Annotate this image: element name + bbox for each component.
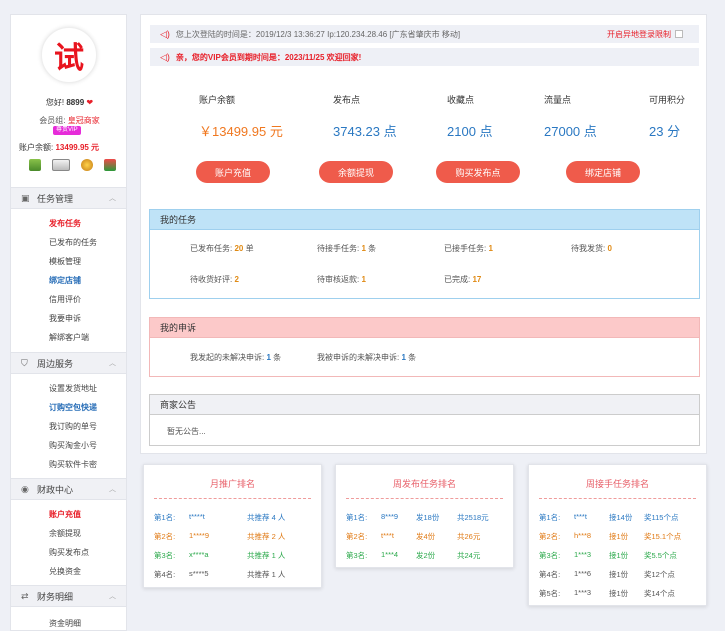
menu-item-recharge[interactable]: 账户充值 bbox=[49, 509, 81, 520]
chevron-up-icon: ︿ bbox=[109, 195, 116, 202]
menu-section-services[interactable]: ⛉ 周边服务 ︿ bbox=[11, 352, 126, 374]
speaker-icon: ◁) bbox=[160, 28, 170, 39]
menu-section-task[interactable]: ▣ 任务管理 ︿ bbox=[11, 187, 126, 209]
menu-item-credit-review[interactable]: 信用评价 bbox=[49, 294, 81, 305]
menu-section-finance[interactable]: ◉ 财政中心 ︿ bbox=[11, 478, 126, 500]
chevron-up-icon: ︿ bbox=[109, 486, 116, 493]
menu-item-publish-task[interactable]: 发布任务 bbox=[49, 218, 81, 229]
task-accepted: 已接手任务: 1 bbox=[444, 244, 493, 253]
menu-item-withdraw[interactable]: 余额提现 bbox=[49, 528, 81, 539]
ranking-card-weekly-accept: 周接手任务排名 第1名: t***t 接14份 奖115个点 第2名: h***8 接1份… bbox=[528, 464, 707, 606]
menu-item-appeal[interactable]: 我要申诉 bbox=[49, 313, 81, 324]
stat-credits: 可用积分 23 分 bbox=[649, 95, 686, 139]
shirt-icon: ⛉ bbox=[21, 357, 28, 368]
chevron-up-icon: ︿ bbox=[109, 360, 116, 367]
stat-balance: 账户余额 ￥13499.95 元 bbox=[199, 95, 283, 139]
stat-publish-points: 发布点 3743.23 点 bbox=[333, 95, 397, 139]
menu-item-buy-software-key[interactable]: 购买软件卡密 bbox=[49, 459, 97, 470]
document-icon[interactable] bbox=[29, 159, 41, 171]
my-tasks-title: 我的任务 bbox=[150, 210, 699, 230]
task-awaiting-review: 待收货好评: 2 bbox=[190, 275, 239, 284]
my-appeals-panel: 我的申诉 我发起的未解决申诉: 1 条 我被申诉的未解决申诉: 1 条 bbox=[149, 317, 700, 377]
appeal-received: 我被申诉的未解决申诉: 1 条 bbox=[317, 353, 417, 362]
login-info-bar: ◁) 您上次登陆的时间是：2019/12/3 13:36:27 Ip:120.2… bbox=[150, 25, 699, 43]
withdraw-button[interactable]: 余额提现 bbox=[319, 161, 393, 183]
vip-alert-bar: ◁) 亲，您的VIP会员到期时间是：2023/11/25 欢迎回家! bbox=[150, 48, 699, 66]
remote-login-toggle[interactable]: 开启异地登录限制 bbox=[607, 29, 683, 40]
task-completed: 已完成: 17 bbox=[444, 275, 482, 284]
announcement-panel: 商家公告 暂无公告... bbox=[149, 394, 700, 446]
task-refund-audit: 待审核返款: 1 bbox=[317, 275, 366, 284]
menu-item-my-orders[interactable]: 我订购的单号 bbox=[49, 421, 97, 432]
greeting: 您好! 8899 ❤ bbox=[45, 98, 94, 107]
chevron-up-icon: ︿ bbox=[109, 593, 116, 600]
menu-item-templates[interactable]: 模板管理 bbox=[49, 256, 81, 267]
balance: 账户余额: 13499.95 元 bbox=[19, 143, 100, 152]
ranking-title: 周发布任务排名 bbox=[392, 479, 456, 489]
heart-icon: ❤ bbox=[86, 98, 94, 107]
task-published: 已发布任务: 20 单 bbox=[190, 244, 254, 253]
ranking-card-weekly-publish: 周发布任务排名 第1名: 8***9 发18份 共2518元 第2名: t***t 发4份… bbox=[335, 464, 514, 568]
menu-item-shipping-address[interactable]: 设置发货地址 bbox=[49, 383, 97, 394]
appeal-initiated: 我发起的未解决申诉: 1 条 bbox=[190, 353, 282, 362]
calendar-icon: ▣ bbox=[21, 192, 30, 203]
quick-icons bbox=[29, 159, 116, 171]
menu-item-buy-accounts[interactable]: 购买淘金小号 bbox=[49, 440, 97, 451]
menu-item-published-tasks[interactable]: 已发布的任务 bbox=[49, 237, 97, 248]
bind-shop-button[interactable]: 绑定店铺 bbox=[566, 161, 640, 183]
menu-item-exchange[interactable]: 兑换资金 bbox=[49, 566, 81, 577]
menu-item-buy-points[interactable]: 购买发布点 bbox=[49, 547, 89, 558]
announcement-title: 商家公告 bbox=[150, 395, 699, 415]
main-panel: ◁) 您上次登陆的时间是：2019/12/3 13:36:27 Ip:120.2… bbox=[140, 14, 707, 454]
menu-item-order-express[interactable]: 订购空包快递 bbox=[49, 402, 97, 413]
avatar-char: 试 bbox=[54, 41, 84, 76]
ranking-card-monthly-referral: 月推广排名 第1名: t****t 共推荐 4 人 第2名: 1****9 共推荐 2 … bbox=[143, 464, 322, 588]
vip-badge: 尊贵VIP bbox=[53, 126, 81, 135]
ranking-title: 周接手任务排名 bbox=[585, 479, 649, 489]
user-id: 8899 bbox=[66, 98, 85, 107]
gift-icon[interactable] bbox=[104, 159, 116, 171]
menu-item-fund-detail[interactable]: 资金明细 bbox=[49, 618, 81, 629]
member-group: 会员组: 皇冠商家 bbox=[39, 116, 100, 125]
my-appeals-title: 我的申诉 bbox=[150, 318, 699, 338]
menu-item-unbind-client[interactable]: 解绑客户端 bbox=[49, 332, 89, 343]
task-pending-accept: 待接手任务: 1 条 bbox=[317, 244, 377, 253]
vip-card-icon[interactable] bbox=[52, 159, 70, 171]
speaker-icon: ◁) bbox=[160, 51, 170, 62]
avatar[interactable]: 试 bbox=[41, 27, 97, 83]
stat-traffic-points: 流量点 27000 点 bbox=[544, 95, 597, 139]
sidebar: 试 您好! 8899 ❤ 会员组: 皇冠商家 尊贵VIP 账户余额: 13499… bbox=[10, 14, 127, 631]
ranking-title: 月推广排名 bbox=[209, 479, 255, 489]
menu-section-finance-detail[interactable]: ⇄ 财务明细 ︿ bbox=[11, 585, 126, 607]
task-to-ship: 待我发货: 0 bbox=[571, 244, 612, 253]
stat-favorite-points: 收藏点 2100 点 bbox=[447, 95, 493, 139]
tools-icon[interactable] bbox=[81, 159, 93, 171]
remote-login-checkbox[interactable] bbox=[675, 30, 683, 38]
menu-item-bind-shop[interactable]: 绑定店铺 bbox=[49, 275, 81, 286]
transfer-icon: ⇄ bbox=[21, 590, 29, 601]
my-tasks-panel: 我的任务 已发布任务: 20 单 待接手任务: 1 条 已接手任务: 1 待我发… bbox=[149, 209, 700, 299]
announcement-body: 暂无公告... bbox=[167, 427, 206, 436]
coin-icon: ◉ bbox=[21, 483, 29, 494]
recharge-button[interactable]: 账户充值 bbox=[196, 161, 270, 183]
buy-points-button[interactable]: 购买发布点 bbox=[436, 161, 520, 183]
